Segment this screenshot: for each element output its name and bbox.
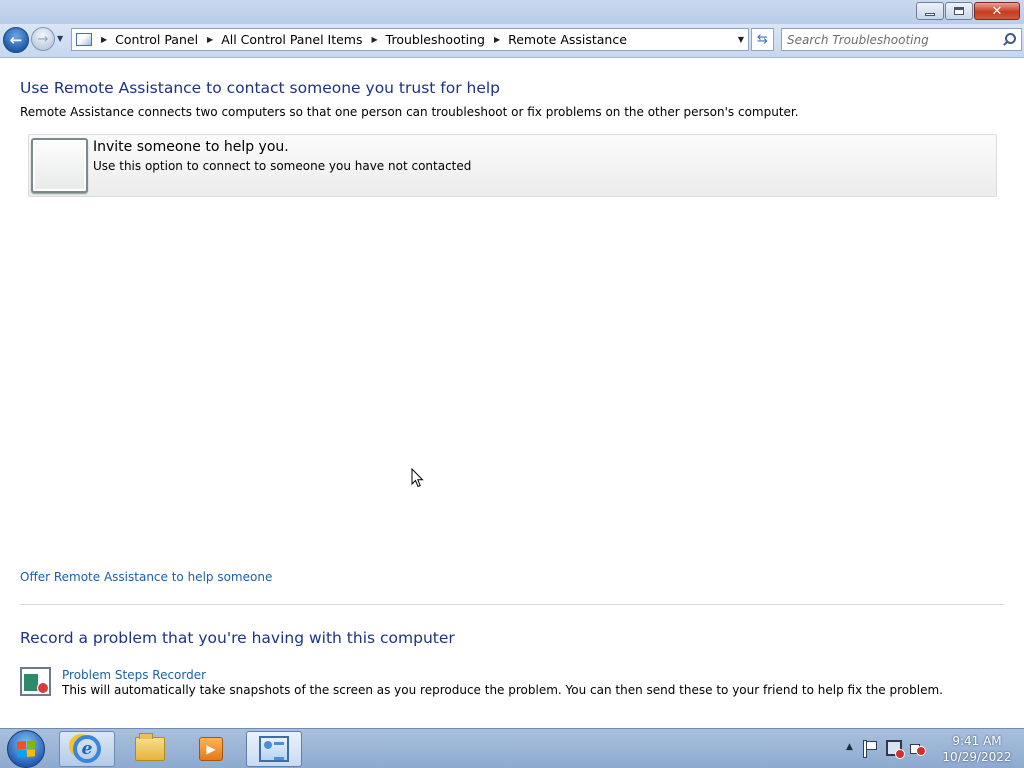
volume-muted-icon[interactable] [910,740,926,756]
restore-button[interactable] [945,2,973,20]
taskbar-windows-explorer[interactable] [122,731,178,767]
system-tray: ▲ 9:41 AM 10/29/2022 [842,729,1024,768]
breadcrumb-separator-icon[interactable]: ▶ [101,35,107,44]
search-box[interactable] [781,28,1022,51]
address-dropdown-icon[interactable]: ▼ [738,35,744,44]
clock-time: 9:41 AM [952,734,1002,748]
show-hidden-icons-button[interactable]: ▲ [846,742,853,752]
restore-icon [954,7,964,15]
taskbar-control-panel[interactable] [246,731,302,767]
refresh-icon: ⇆ [757,32,768,47]
search-input[interactable] [787,30,1000,49]
breadcrumb-separator-icon[interactable]: ▶ [494,35,500,44]
breadcrumb-separator-icon[interactable]: ▶ [207,35,213,44]
minimize-button[interactable] [916,2,944,20]
forward-button[interactable]: → [31,27,55,51]
window-title-bar: ✕ [0,0,1024,24]
section-divider [20,604,1004,605]
action-center-flag-icon[interactable] [862,740,877,758]
recent-pages-dropdown[interactable]: ▼ [57,34,63,43]
invite-option-title: Invite someone to help you. [93,139,289,155]
offer-remote-assistance-link[interactable]: Offer Remote Assistance to help someone [20,570,272,584]
back-button[interactable]: ← [3,27,29,53]
control-panel-icon [259,736,289,762]
chevron-down-icon: ▼ [57,34,64,43]
problem-steps-recorder-icon[interactable] [20,667,51,696]
breadcrumb-remote-assistance[interactable]: Remote Assistance [508,32,627,47]
forward-arrow-icon: → [37,31,49,47]
close-button[interactable]: ✕ [974,2,1020,20]
windows-explorer-icon [135,733,165,761]
search-icon[interactable] [1000,31,1018,49]
close-icon: ✕ [991,3,1003,19]
breadcrumb-all-control-panel-items[interactable]: All Control Panel Items [221,32,362,47]
clock[interactable]: 9:41 AM 10/29/2022 [936,733,1018,765]
page-description: Remote Assistance connects two computers… [20,105,799,119]
back-arrow-icon: ← [9,31,23,49]
page-heading: Use Remote Assistance to contact someone… [20,79,501,97]
refresh-button[interactable]: ⇆ [751,28,774,51]
taskbar-media-player[interactable]: ▶ [183,731,239,767]
invite-option-button[interactable]: Invite someone to help you. Use this opt… [28,134,997,197]
caption-buttons: ✕ [916,2,1020,20]
mouse-cursor-icon [411,468,424,488]
clock-date: 10/29/2022 [942,750,1012,764]
record-problem-heading: Record a problem that you're having with… [20,629,455,647]
taskbar-internet-explorer[interactable]: e [59,731,115,767]
minimize-icon [925,12,935,16]
invite-option-subtitle: Use this option to connect to someone yo… [93,159,472,173]
breadcrumb-separator-icon[interactable]: ▶ [372,35,378,44]
invite-option-icon [31,138,88,193]
media-player-icon: ▶ [199,737,223,761]
navigation-bar: ← → ▼ ▶ Control Panel ▶ All Control Pane… [0,24,1024,58]
control-panel-icon [76,33,92,46]
network-icon[interactable] [886,740,905,759]
problem-steps-recorder-link[interactable]: Problem Steps Recorder [62,668,206,682]
breadcrumb-troubleshooting[interactable]: Troubleshooting [386,32,485,47]
windows-logo-icon [17,740,35,758]
address-bar[interactable]: ▶ Control Panel ▶ All Control Panel Item… [71,28,749,51]
breadcrumb-control-panel[interactable]: Control Panel [115,32,198,47]
problem-steps-recorder-description: This will automatically take snapshots o… [62,683,943,697]
main-content: Use Remote Assistance to contact someone… [0,59,1024,728]
start-button[interactable] [7,730,45,768]
internet-explorer-icon: e [73,735,101,763]
taskbar: e ▶ ▲ 9:41 AM 10/29/2022 [0,728,1024,768]
